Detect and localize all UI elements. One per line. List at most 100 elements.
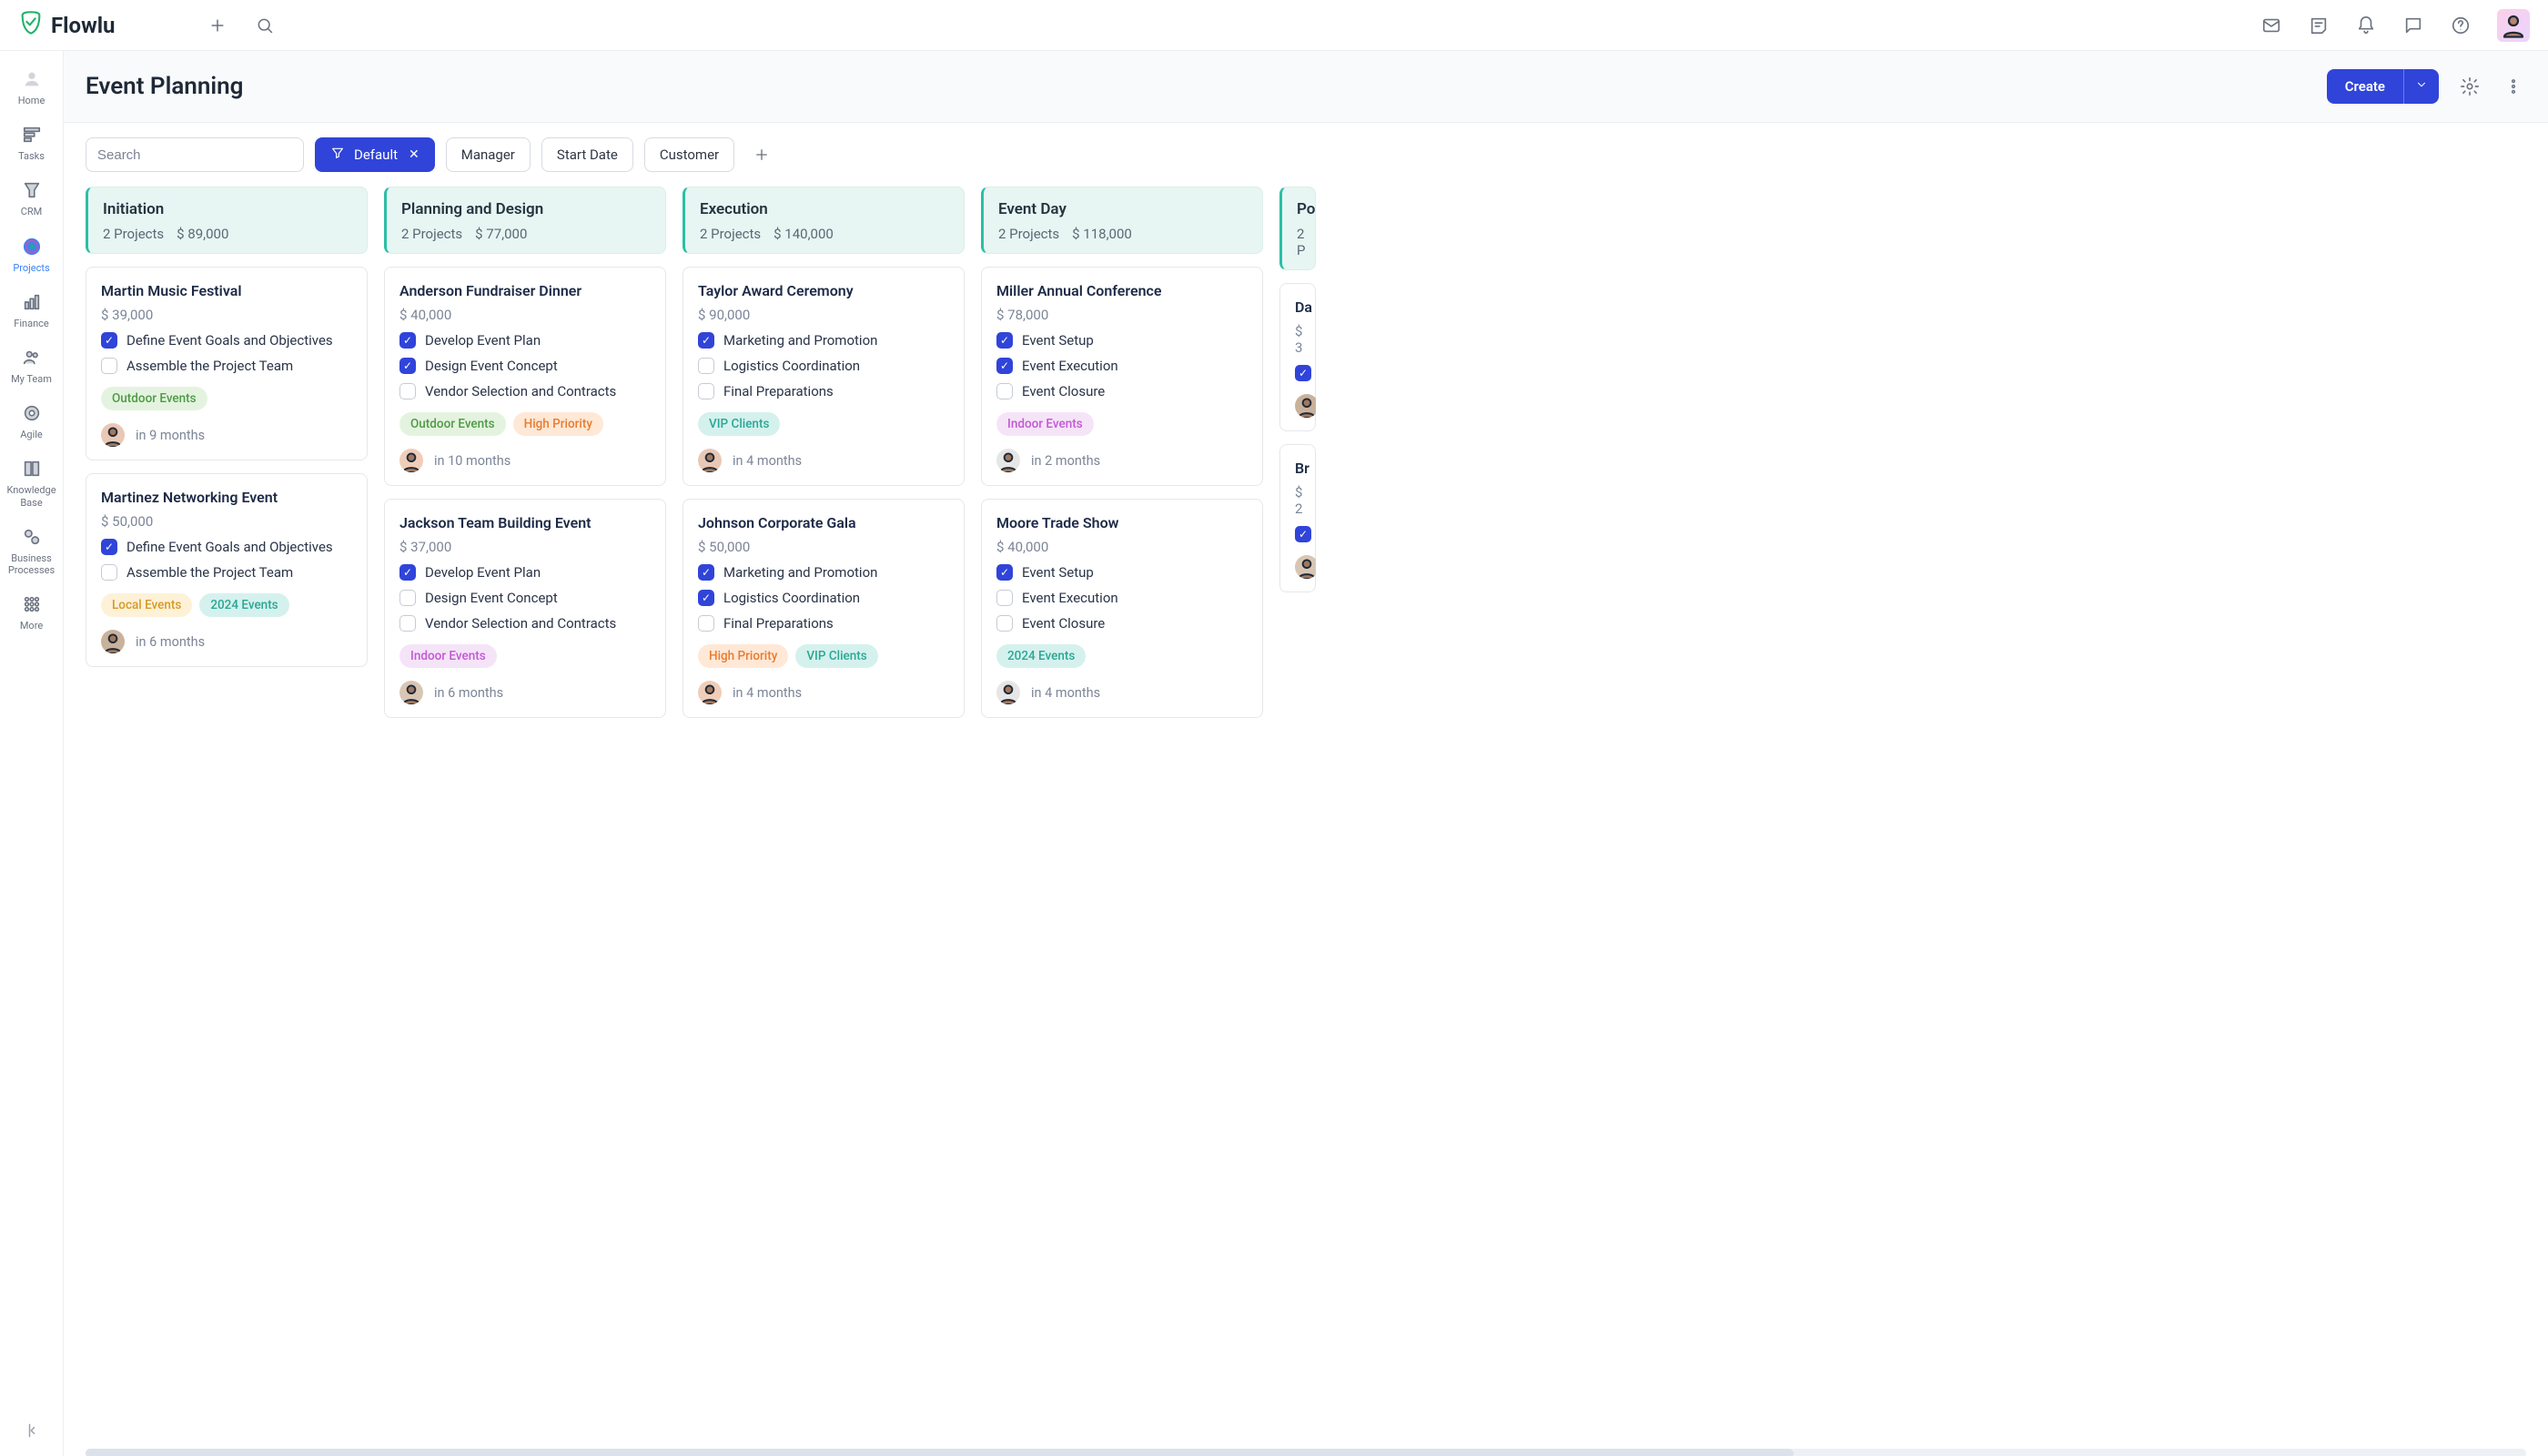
bell-icon[interactable]	[2355, 15, 2377, 36]
sidebar-item-agile[interactable]: Agile	[0, 394, 63, 448]
project-card[interactable]: Johnson Corporate Gala $ 50,000 Marketin…	[682, 499, 965, 718]
active-filter-chip[interactable]: Default ✕	[315, 137, 435, 172]
tag[interactable]: Indoor Events	[996, 412, 1094, 436]
task-row[interactable]: Marketing and Promotion	[698, 564, 949, 581]
sidebar-item-business-processes[interactable]: Business Processes	[0, 518, 63, 583]
tag[interactable]: 2024 Events	[199, 593, 288, 617]
assignee-avatar[interactable]	[698, 449, 722, 472]
task-checkbox[interactable]	[996, 615, 1013, 632]
task-row[interactable]: Vendor Selection and Contracts	[399, 383, 651, 399]
add-filter-button[interactable]	[745, 138, 778, 171]
task-checkbox[interactable]	[698, 615, 714, 632]
task-row[interactable]: Event Setup	[996, 332, 1248, 349]
task-row[interactable]: Final Preparations	[698, 615, 949, 632]
assignee-avatar[interactable]	[399, 449, 423, 472]
assignee-avatar[interactable]	[1295, 394, 1316, 418]
sidebar-item-home[interactable]: Home	[0, 60, 63, 114]
project-card[interactable]: Jackson Team Building Event $ 37,000 Dev…	[384, 499, 666, 718]
column-header[interactable]: Execution 2 Projects $ 140,000	[682, 187, 965, 254]
sidebar-item-my-team[interactable]: My Team	[0, 339, 63, 392]
assignee-avatar[interactable]	[996, 449, 1020, 472]
task-checkbox[interactable]	[399, 383, 416, 399]
task-row[interactable]: Event Setup	[996, 564, 1248, 581]
task-checkbox[interactable]	[399, 564, 416, 581]
task-checkbox[interactable]	[996, 358, 1013, 374]
task-checkbox[interactable]	[101, 332, 117, 349]
sidebar-item-finance[interactable]: Finance	[0, 283, 63, 337]
project-card[interactable]: Da $ 3	[1279, 283, 1316, 431]
tag[interactable]: High Priority	[513, 412, 603, 436]
task-row[interactable]: Design Event Concept	[399, 358, 651, 374]
task-checkbox[interactable]	[996, 590, 1013, 606]
column-header[interactable]: Initiation 2 Projects $ 89,000	[86, 187, 368, 254]
mail-icon[interactable]	[2260, 15, 2282, 36]
tag[interactable]: High Priority	[698, 644, 788, 668]
task-checkbox[interactable]	[996, 383, 1013, 399]
help-icon[interactable]	[2450, 15, 2472, 36]
task-row[interactable]: Event Closure	[996, 615, 1248, 632]
sidebar-item-tasks[interactable]: Tasks	[0, 116, 63, 169]
assignee-avatar[interactable]	[698, 681, 722, 704]
task-row[interactable]: Design Event Concept	[399, 590, 651, 606]
assignee-avatar[interactable]	[399, 681, 423, 704]
filter-option-customer[interactable]: Customer	[644, 137, 734, 172]
project-card[interactable]: Martin Music Festival $ 39,000 Define Ev…	[86, 267, 368, 460]
task-row[interactable]: Event Execution	[996, 358, 1248, 374]
settings-gear-icon[interactable]	[2457, 74, 2482, 99]
sidebar-item-knowledge-base[interactable]: Knowledge Base	[0, 450, 63, 515]
assignee-avatar[interactable]	[1295, 555, 1316, 579]
clear-filter-icon[interactable]: ✕	[409, 147, 420, 162]
tag[interactable]: Indoor Events	[399, 644, 497, 668]
horizontal-scrollbar[interactable]	[86, 1449, 2526, 1456]
sidebar-collapse-icon[interactable]	[0, 1414, 63, 1456]
task-checkbox[interactable]	[698, 590, 714, 606]
tag[interactable]: Outdoor Events	[101, 387, 207, 410]
task-checkbox[interactable]	[101, 564, 117, 581]
user-avatar[interactable]	[2497, 9, 2530, 42]
task-row[interactable]: Develop Event Plan	[399, 564, 651, 581]
create-dropdown-caret[interactable]	[2403, 69, 2439, 104]
project-card[interactable]: Taylor Award Ceremony $ 90,000 Marketing…	[682, 267, 965, 486]
task-row[interactable]: Marketing and Promotion	[698, 332, 949, 349]
column-header[interactable]: Po 2 P	[1279, 187, 1316, 270]
task-checkbox[interactable]	[399, 332, 416, 349]
create-button[interactable]: Create	[2327, 69, 2439, 104]
task-checkbox[interactable]	[1295, 526, 1311, 542]
assignee-avatar[interactable]	[101, 423, 125, 447]
board-scroll-area[interactable]: Initiation 2 Projects $ 89,000 Martin Mu…	[64, 187, 2548, 1456]
task-row[interactable]: Assemble the Project Team	[101, 358, 352, 374]
column-header[interactable]: Planning and Design 2 Projects $ 77,000	[384, 187, 666, 254]
task-checkbox[interactable]	[698, 564, 714, 581]
task-row[interactable]: Assemble the Project Team	[101, 564, 352, 581]
task-checkbox[interactable]	[698, 358, 714, 374]
task-row[interactable]	[1295, 365, 1300, 381]
assignee-avatar[interactable]	[101, 630, 125, 653]
task-checkbox[interactable]	[698, 332, 714, 349]
chat-icon[interactable]	[2402, 15, 2424, 36]
app-logo[interactable]: Flowlu	[18, 10, 116, 41]
column-header[interactable]: Event Day 2 Projects $ 118,000	[981, 187, 1263, 254]
task-row[interactable]: Event Closure	[996, 383, 1248, 399]
notes-icon[interactable]	[2308, 15, 2330, 36]
search-input[interactable]	[86, 137, 304, 172]
task-checkbox[interactable]	[399, 358, 416, 374]
task-checkbox[interactable]	[698, 383, 714, 399]
tag[interactable]: 2024 Events	[996, 644, 1086, 668]
task-checkbox[interactable]	[1295, 365, 1311, 381]
tag[interactable]: Local Events	[101, 593, 192, 617]
task-checkbox[interactable]	[101, 539, 117, 555]
create-button-label[interactable]: Create	[2327, 69, 2403, 104]
task-row[interactable]: Logistics Coordination	[698, 358, 949, 374]
project-card[interactable]: Moore Trade Show $ 40,000 Event Setup Ev…	[981, 499, 1263, 718]
task-row[interactable]: Define Event Goals and Objectives	[101, 332, 352, 349]
task-row[interactable]: Vendor Selection and Contracts	[399, 615, 651, 632]
project-card[interactable]: Anderson Fundraiser Dinner $ 40,000 Deve…	[384, 267, 666, 486]
project-card[interactable]: Miller Annual Conference $ 78,000 Event …	[981, 267, 1263, 486]
sidebar-item-more[interactable]: More	[0, 585, 63, 639]
filter-option-manager[interactable]: Manager	[446, 137, 531, 172]
task-checkbox[interactable]	[996, 332, 1013, 349]
task-checkbox[interactable]	[399, 615, 416, 632]
task-checkbox[interactable]	[996, 564, 1013, 581]
sidebar-item-crm[interactable]: CRM	[0, 171, 63, 225]
tag[interactable]: VIP Clients	[795, 644, 877, 668]
